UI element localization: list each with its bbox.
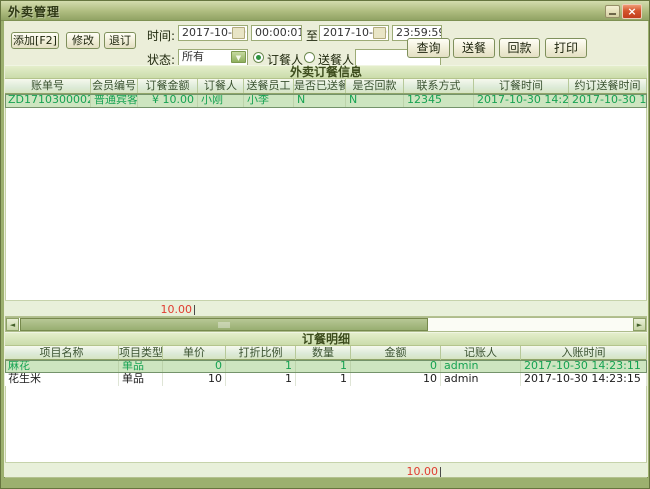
column-header[interactable]: 是否回款 bbox=[346, 79, 404, 93]
table-cell: N bbox=[346, 94, 404, 108]
table-cell: 2017-10-30 14:23:19 bbox=[474, 94, 569, 108]
date-picker-button[interactable] bbox=[232, 27, 245, 39]
table-cell: ZD17103000028 bbox=[5, 94, 91, 108]
table-cell: 1 bbox=[296, 373, 351, 386]
table-cell: 花生米 bbox=[5, 373, 119, 386]
details-grid-header: 项目名称项目类型单价打折比例数量金额记账人入账时间 bbox=[5, 346, 647, 360]
column-header[interactable]: 记账人 bbox=[441, 346, 521, 360]
status-dropdown[interactable]: 所有 ▼ bbox=[178, 49, 248, 66]
deliver-button[interactable]: 送餐 bbox=[453, 38, 495, 58]
orders-grid-header: 账单号会员编号订餐金额订餐人送餐员工是否已送餐是否回款联系方式订餐时间约订送餐时… bbox=[5, 79, 647, 94]
column-header[interactable]: 订餐人 bbox=[198, 79, 244, 93]
table-row[interactable]: 麻花单品0110admin2017-10-30 14:23:11 bbox=[5, 360, 647, 373]
scroll-left-icon[interactable]: ◄ bbox=[6, 318, 19, 331]
table-cell: N bbox=[294, 94, 346, 108]
chevron-down-icon[interactable]: ▼ bbox=[231, 51, 246, 63]
column-header[interactable]: 是否已送餐 bbox=[294, 79, 346, 93]
column-header[interactable]: 打折比例 bbox=[226, 346, 296, 360]
column-header[interactable]: 订餐时间 bbox=[474, 79, 569, 93]
table-cell: 小刚 bbox=[198, 94, 244, 108]
details-total: 10.00 bbox=[5, 465, 441, 478]
orders-total-bar: 10.00 bbox=[5, 300, 647, 317]
close-button[interactable]: × bbox=[622, 4, 642, 19]
radio-deliverer[interactable] bbox=[304, 52, 315, 63]
minimize-icon bbox=[609, 13, 616, 15]
column-header[interactable]: 单价 bbox=[163, 346, 226, 360]
table-cell: 12345 bbox=[404, 94, 474, 108]
table-cell: 小李 bbox=[244, 94, 294, 108]
print-button[interactable]: 打印 bbox=[545, 38, 587, 58]
table-cell: 0 bbox=[351, 360, 441, 373]
date-from-field[interactable]: 2017-10-30 bbox=[178, 25, 248, 41]
table-cell: ¥ 10.00 bbox=[138, 94, 198, 108]
table-cell: 2017-10-30 11:30:00 bbox=[569, 94, 647, 108]
date-to-field[interactable]: 2017-10-30 bbox=[319, 25, 389, 41]
column-header[interactable]: 数量 bbox=[296, 346, 351, 360]
details-grid-rows: 麻花单品0110admin2017-10-30 14:23:11花生米单品101… bbox=[5, 360, 647, 386]
column-header[interactable]: 项目名称 bbox=[5, 346, 119, 360]
table-row[interactable]: 花生米单品101110admin2017-10-30 14:23:15 bbox=[5, 373, 647, 386]
time-label: 时间: bbox=[147, 27, 175, 44]
takeout-management-window: 外卖管理 × 添加[F2] 修改 退订 时间: 2017-10-30 00:00… bbox=[0, 0, 650, 489]
column-header[interactable]: 订餐金额 bbox=[138, 79, 198, 93]
table-cell: 2017-10-30 14:23:11 bbox=[521, 360, 647, 373]
orders-section-title: 外卖订餐信息 bbox=[5, 65, 647, 79]
table-cell: 普通宾客 bbox=[91, 94, 138, 108]
window-title: 外卖管理 bbox=[8, 3, 60, 20]
column-header[interactable]: 联系方式 bbox=[404, 79, 474, 93]
column-header[interactable]: 项目类型 bbox=[119, 346, 163, 360]
table-cell: 1 bbox=[226, 373, 296, 386]
table-cell: 10 bbox=[163, 373, 226, 386]
table-cell: admin bbox=[441, 360, 521, 373]
modify-button[interactable]: 修改 bbox=[66, 32, 100, 49]
table-cell: 单品 bbox=[119, 360, 163, 373]
unsubscribe-button[interactable]: 退订 bbox=[104, 32, 136, 49]
orders-grid-body[interactable] bbox=[5, 108, 647, 300]
titlebar[interactable]: 外卖管理 × bbox=[1, 1, 649, 21]
date-picker-button[interactable] bbox=[373, 27, 386, 39]
horizontal-scrollbar[interactable]: ◄ ► bbox=[5, 317, 647, 332]
orders-grid-rows: ZD17103000028普通宾客¥ 10.00小刚小李NN123452017-… bbox=[5, 94, 647, 108]
scrollbar-thumb[interactable] bbox=[20, 318, 428, 331]
scroll-right-icon[interactable]: ► bbox=[633, 318, 646, 331]
radio-orderer[interactable] bbox=[253, 52, 264, 63]
minimize-button[interactable] bbox=[605, 5, 620, 18]
column-header[interactable]: 账单号 bbox=[5, 79, 91, 93]
column-header[interactable]: 入账时间 bbox=[521, 346, 647, 360]
column-header[interactable]: 会员编号 bbox=[91, 79, 138, 93]
window-content: 添加[F2] 修改 退订 时间: 2017-10-30 00:00:01 至 2… bbox=[4, 21, 648, 478]
table-cell: 单品 bbox=[119, 373, 163, 386]
add-button[interactable]: 添加[F2] bbox=[11, 32, 59, 49]
table-cell: 2017-10-30 14:23:15 bbox=[521, 373, 647, 386]
details-total-bar: 10.00 bbox=[5, 462, 647, 478]
close-icon: × bbox=[627, 5, 636, 18]
orders-total: 10.00 bbox=[5, 303, 195, 316]
collect-button[interactable]: 回款 bbox=[499, 38, 540, 58]
to-label: 至 bbox=[306, 27, 318, 44]
column-header[interactable]: 约订送餐时间 bbox=[569, 79, 647, 93]
table-cell: 1 bbox=[296, 360, 351, 373]
details-section-title: 订餐明细 bbox=[5, 332, 647, 346]
column-header[interactable]: 金额 bbox=[351, 346, 441, 360]
column-header[interactable]: 送餐员工 bbox=[244, 79, 294, 93]
table-cell: 麻花 bbox=[5, 360, 119, 373]
table-cell: 10 bbox=[351, 373, 441, 386]
table-row[interactable]: ZD17103000028普通宾客¥ 10.00小刚小李NN123452017-… bbox=[5, 94, 647, 108]
table-cell: admin bbox=[441, 373, 521, 386]
details-grid-body[interactable] bbox=[5, 386, 647, 462]
time-from-field[interactable]: 00:00:01 bbox=[251, 25, 302, 41]
table-cell: 1 bbox=[226, 360, 296, 373]
table-cell: 0 bbox=[163, 360, 226, 373]
query-button[interactable]: 查询 bbox=[407, 38, 450, 58]
